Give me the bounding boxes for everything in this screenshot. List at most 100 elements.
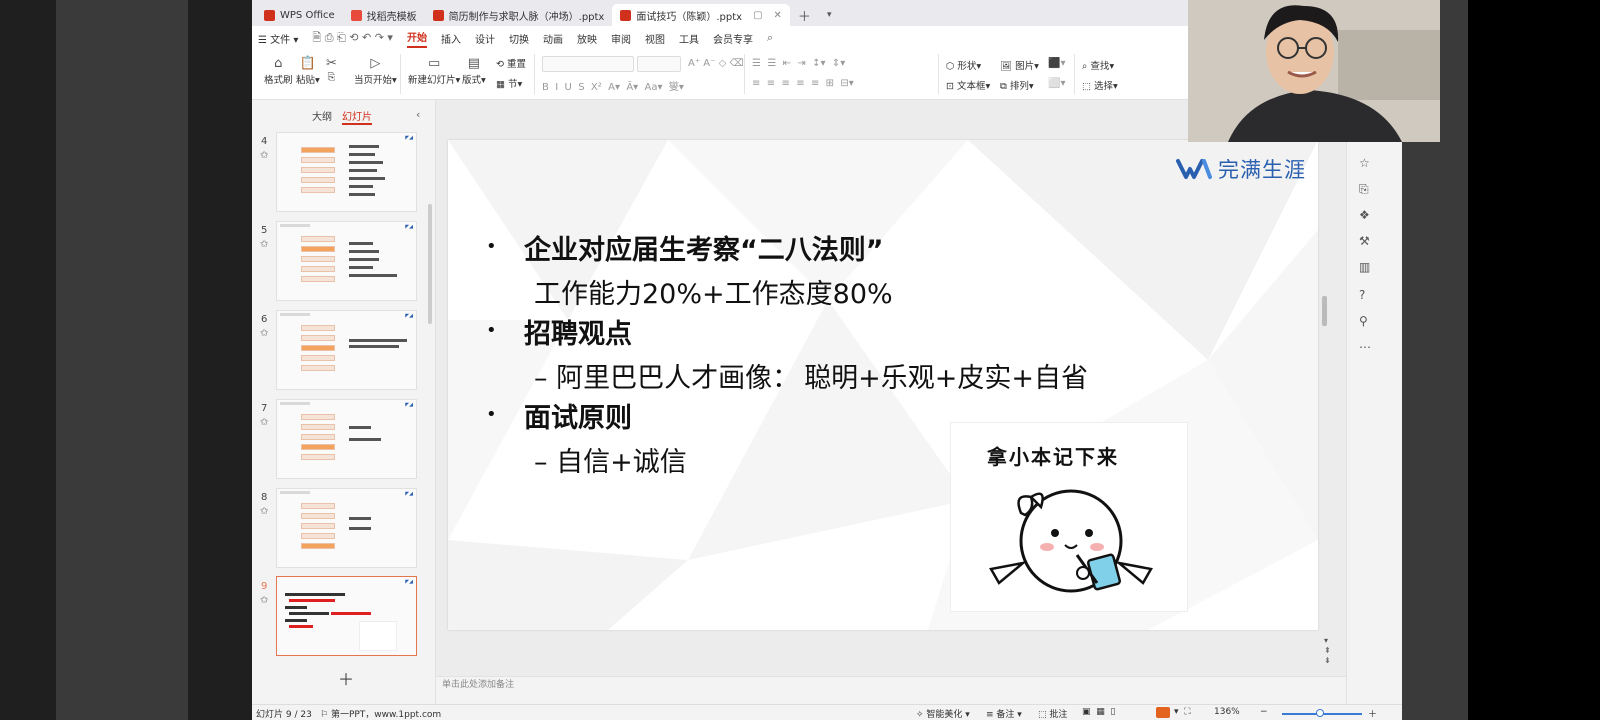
panel-scrollbar[interactable] — [428, 204, 432, 324]
find-button[interactable]: ⌕ 查找▾ — [1082, 58, 1114, 72]
menu-home[interactable]: 开始 — [406, 29, 427, 48]
new-tab-button[interactable]: ＋ — [790, 4, 819, 26]
arrange-button[interactable]: ⧉ 排列▾ — [1000, 78, 1034, 92]
layout-button[interactable]: ▤ 版式▾ — [462, 56, 486, 86]
cut-button[interactable]: ✂ ⎘ — [326, 56, 337, 83]
current-slide[interactable]: 完满生涯 • 企业对应届生考察“二八法则” 工作能力20%+工作态度80% • … — [448, 140, 1318, 630]
format-painter-button[interactable]: ⌂ 格式刷 — [264, 56, 293, 86]
thumb-shape — [301, 533, 335, 539]
book-icon[interactable]: ▥ — [1359, 260, 1370, 274]
tab-label: 简历制作与求职人脉（冲场）.pptx — [448, 11, 605, 23]
slide-thumbnail-7[interactable]: ◤◢ — [276, 399, 417, 479]
menu-transition[interactable]: 切换 — [509, 31, 529, 46]
bullet-3-sub: – 自信+诚信 — [534, 440, 687, 479]
reset-icon: ⟲ — [496, 59, 504, 70]
paste-button[interactable]: 📋 粘贴▾ — [296, 56, 320, 86]
window-icon[interactable]: ▢ — [753, 10, 762, 21]
font-family-select[interactable] — [542, 56, 634, 72]
zoom-out-button[interactable]: − — [1260, 707, 1268, 717]
tab-outline[interactable]: 大纲 — [312, 108, 332, 125]
thumb-logo: ◤◢ — [405, 491, 413, 497]
tab-template[interactable]: 找稻壳模板 — [343, 4, 425, 26]
slide-counter: 幻灯片 9 / 23 — [256, 710, 312, 720]
star-icon[interactable]: ✩ — [260, 417, 268, 428]
thumb-shape — [301, 543, 335, 549]
search-icon[interactable]: ⌕ — [767, 31, 773, 45]
tab-interview-pptx[interactable]: 面试技巧（陈颖）.pptx ▢ ✕ — [612, 4, 790, 26]
star-icon[interactable]: ☆ — [1359, 156, 1370, 170]
font-style-icons[interactable]: B I U S X² A▾ Ā▾ Aa▾ 燮▾ — [542, 78, 684, 93]
shape-button[interactable]: ⬡ 形状▾ — [946, 58, 981, 72]
slide-thumbnail-6[interactable]: ◤◢ — [276, 310, 417, 390]
font-size-select[interactable] — [637, 56, 681, 72]
fit-icon[interactable]: ▾ ⛶ — [1174, 707, 1191, 717]
collapse-panel-icon[interactable]: ‹ — [416, 108, 420, 121]
chevron-down-icon[interactable]: ▾ — [819, 4, 840, 26]
more-icon[interactable]: ⋯ — [1359, 340, 1371, 354]
wps-logo-icon — [264, 9, 275, 21]
new-slide-button[interactable]: ▭ 新建幻灯片▾ — [408, 56, 460, 86]
slide-editing-canvas[interactable]: 完满生涯 • 企业对应届生考察“二八法则” 工作能力20%+工作态度80% • … — [436, 100, 1346, 676]
zoom-slider-handle[interactable] — [1316, 709, 1324, 717]
smart-beautify-button[interactable]: ✧ 智能美化 ▾ — [916, 707, 970, 720]
tab-wps-office[interactable]: WPS Office — [256, 4, 343, 26]
slide-thumbnail-4[interactable]: ◤◢ — [276, 132, 417, 212]
menu-file-label: 文件 — [270, 34, 291, 46]
menu-insert[interactable]: 插入 — [441, 31, 461, 46]
canvas-scrollbar[interactable] — [1322, 296, 1327, 326]
theme-name[interactable]: ⚐ 第一PPT，www.1ppt.com — [320, 707, 441, 720]
close-icon[interactable]: ✕ — [774, 10, 782, 21]
view-mode-icons[interactable]: ▣ ▦ ▯ — [1082, 707, 1115, 717]
thumb-shape — [301, 454, 335, 460]
menu-view[interactable]: 视图 — [645, 31, 665, 46]
menu-tools[interactable]: 工具 — [679, 31, 699, 46]
menu-animation[interactable]: 动画 — [543, 31, 563, 46]
quick-access-icons[interactable]: 🗎 ⎙ ⎗ ⟲ ↶ ↷ ▾ — [312, 29, 393, 48]
star-icon[interactable]: ✩ — [260, 239, 268, 250]
star-icon[interactable]: ✩ — [260, 328, 268, 339]
shirt-icon[interactable]: ⚲ — [1359, 314, 1368, 328]
zoom-in-button[interactable]: ＋ — [1368, 707, 1377, 720]
dash-marker: – — [534, 447, 557, 478]
tools-icon[interactable]: ⚒ — [1359, 234, 1370, 248]
sticker-image[interactable]: 拿小本记下来 — [950, 422, 1188, 612]
picture-button[interactable]: 🖼 图片▾ — [1000, 58, 1039, 72]
notes-pane[interactable]: 单击此处添加备注 — [436, 676, 1346, 704]
menu-member[interactable]: 会员专享 — [713, 31, 753, 46]
star-icon[interactable]: ✩ — [260, 506, 268, 517]
alignment-icons[interactable]: ≡ ≡ ≡ ≡ ≡ ⊞ ⊟▾ — [752, 78, 854, 89]
slide-thumbnail-9[interactable]: ◤◢ — [276, 576, 417, 656]
select-button[interactable]: ⬚ 选择▾ — [1082, 78, 1118, 92]
reset-button[interactable]: ⟲ 重置 — [496, 56, 526, 70]
format-painter-label: 格式刷 — [264, 75, 293, 86]
slide-thumbnail-5[interactable]: ◤◢ — [276, 221, 417, 301]
scissors-icon: ✂ — [326, 56, 337, 71]
notes-toggle[interactable]: ≡ 备注 ▾ — [986, 707, 1022, 720]
help-icon[interactable]: ? — [1359, 288, 1365, 302]
slideshow-play-button[interactable] — [1156, 707, 1170, 718]
font-size-adjust-icons[interactable]: A⁺ A⁻ ◇ ⌫ — [688, 58, 744, 69]
shape-outline-icon[interactable]: ⬜▾ — [1048, 78, 1065, 89]
menu-design[interactable]: 设计 — [475, 31, 495, 46]
add-slide-button[interactable]: ＋ — [338, 666, 354, 690]
page-nav-icons[interactable]: ▾ ⇞ ⇟ — [1324, 636, 1331, 666]
design-icon[interactable]: ❖ — [1359, 208, 1370, 222]
section-button[interactable]: ▦ 节▾ — [496, 76, 522, 90]
textbox-button[interactable]: ⊡ 文本框▾ — [946, 78, 990, 92]
tab-slides[interactable]: 幻灯片 — [342, 108, 372, 125]
star-icon[interactable]: ✩ — [260, 595, 268, 606]
paragraph-icons[interactable]: ☰ ☰ ⇤ ⇥ ↕▾ ⇕▾ — [752, 58, 845, 69]
arrange-icon: ⧉ — [1000, 81, 1007, 92]
tab-resume-pptx[interactable]: 简历制作与求职人脉（冲场）.pptx — [425, 4, 613, 26]
beautify-icon: ✧ — [916, 710, 927, 720]
from-current-button[interactable]: ▷ 当页开始▾ — [354, 56, 397, 86]
comment-toggle[interactable]: ⬚ 批注 — [1038, 707, 1067, 720]
menu-review[interactable]: 审阅 — [611, 31, 631, 46]
shape-fill-icon[interactable]: ⬛▾ — [1048, 58, 1065, 69]
menu-file[interactable]: ☰ 文件 ▾ — [258, 31, 298, 46]
paste-board-icon[interactable]: ⎘ — [1359, 182, 1369, 197]
menu-slideshow[interactable]: 放映 — [577, 31, 597, 46]
thumb-shape — [301, 147, 335, 153]
star-icon[interactable]: ✩ — [260, 150, 268, 161]
slide-thumbnail-8[interactable]: ◤◢ — [276, 488, 417, 568]
